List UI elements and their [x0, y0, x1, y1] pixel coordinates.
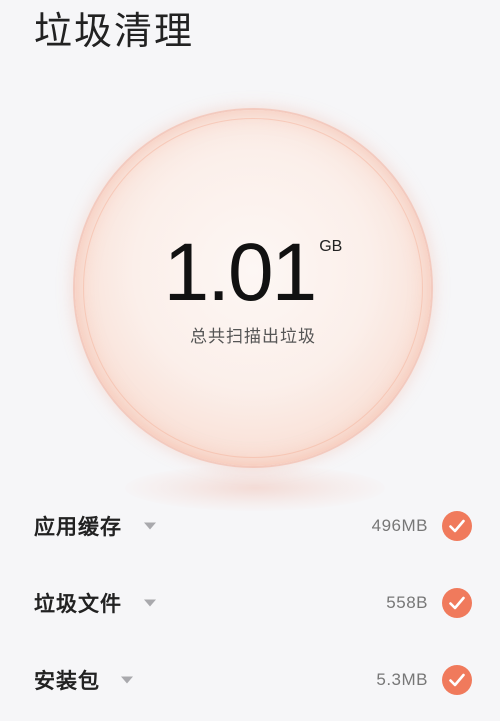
- list-item-app-cache[interactable]: 应用缓存 496MB: [0, 506, 500, 546]
- list-item-size: 5.3MB: [376, 670, 428, 689]
- list-item-label: 应用缓存: [34, 515, 122, 539]
- orb-shadow: [125, 465, 385, 511]
- junk-amount: 1.01 GB: [75, 228, 431, 318]
- chevron-down-icon[interactable]: [144, 599, 156, 607]
- list-item-label: 安装包: [34, 669, 100, 693]
- checkmark-icon[interactable]: [442, 588, 472, 618]
- chevron-down-icon[interactable]: [121, 676, 133, 684]
- checkmark-icon[interactable]: [442, 665, 472, 695]
- page-title: 垃圾清理: [34, 9, 195, 53]
- scan-result-orb: 1.01 GB 总共扫描出垃圾: [75, 110, 431, 466]
- junk-amount-unit: GB: [319, 238, 343, 255]
- list-item-size: 558B: [386, 593, 428, 612]
- junk-amount-value: 1.01: [163, 227, 318, 318]
- list-item-install-packages[interactable]: 安装包 5.3MB: [0, 660, 500, 700]
- junk-amount-caption: 总共扫描出垃圾: [190, 327, 316, 347]
- list-item-junk-files[interactable]: 垃圾文件 558B: [0, 583, 500, 623]
- list-item-label: 垃圾文件: [34, 592, 122, 616]
- list-item-size: 496MB: [371, 516, 428, 535]
- chevron-down-icon[interactable]: [144, 522, 156, 530]
- checkmark-icon[interactable]: [442, 511, 472, 541]
